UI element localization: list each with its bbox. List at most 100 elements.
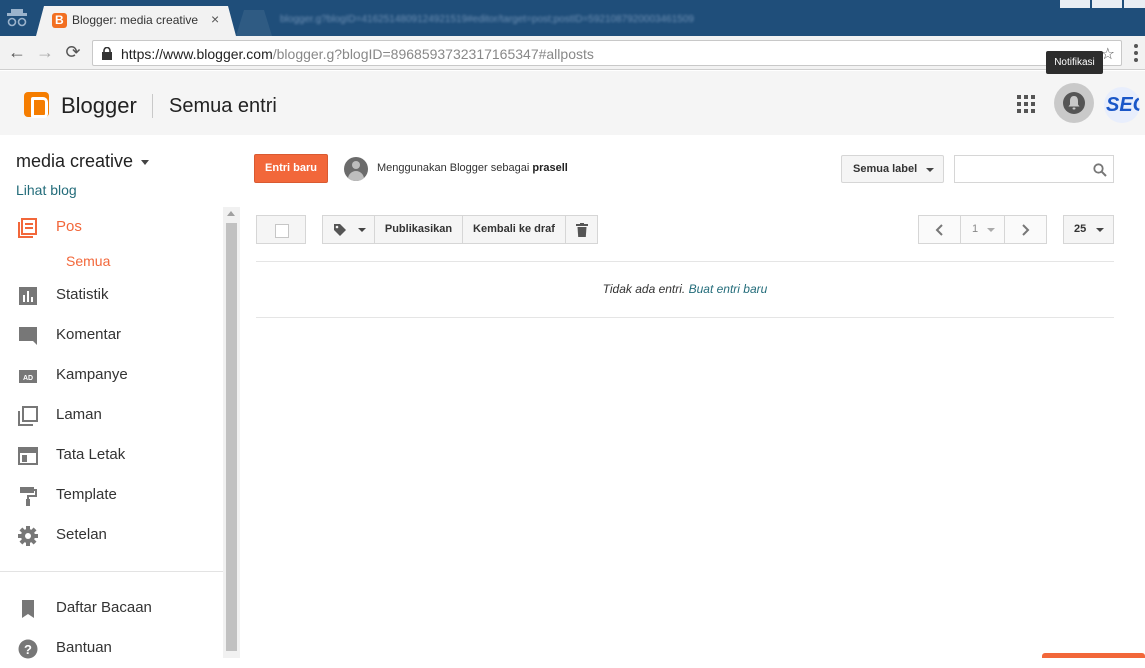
sidebar-item-campaigns[interactable]: AD Kampanye — [0, 355, 223, 395]
page-title: Semua entri — [169, 95, 277, 117]
address-url: https://www.blogger.com/blogger.g?blogID… — [121, 46, 594, 62]
chevron-down-icon — [926, 168, 934, 172]
label-posts-button[interactable] — [322, 215, 375, 244]
bookmark-icon — [22, 600, 34, 618]
header-divider — [152, 94, 153, 118]
blogger-logo-icon[interactable] — [24, 92, 49, 118]
main-content: Entri baru Menggunakan Blogger sebagai p… — [240, 135, 1145, 658]
blogger-favicon-icon — [52, 13, 67, 28]
revert-to-draft-button[interactable]: Kembali ke draf — [462, 215, 566, 244]
list-divider-bottom — [256, 317, 1114, 318]
select-all-checkbox-button[interactable] — [256, 215, 306, 244]
brand-name[interactable]: Blogger — [61, 93, 137, 119]
sidebar: media creative Lihat blog Pos Statistik — [0, 135, 240, 659]
chevron-down-icon — [358, 228, 366, 232]
browser-tab-inactive[interactable] — [236, 10, 272, 36]
empty-state-message: Tidak ada entri. Buat entri baru — [602, 282, 768, 296]
sidebar-item-help[interactable]: ? Bantuan — [0, 628, 223, 668]
sidebar-item-label: Komentar — [56, 326, 122, 343]
sidebar-item-label: Setelan — [56, 526, 107, 543]
next-page-button[interactable] — [1004, 215, 1047, 244]
list-divider-top — [256, 261, 1114, 262]
sidebar-item-template[interactable]: Template — [0, 475, 223, 515]
delete-button[interactable] — [565, 215, 598, 244]
lock-icon — [102, 47, 112, 60]
sidebar-item-comments[interactable]: Komentar — [0, 315, 223, 355]
search-icon[interactable] — [1093, 163, 1107, 177]
window-close-button[interactable] — [1124, 0, 1145, 8]
label-filter-select[interactable]: Semua label — [841, 155, 944, 183]
prev-page-button[interactable] — [918, 215, 961, 244]
sidebar-item-label: Pos — [56, 218, 82, 235]
address-bar[interactable]: https://www.blogger.com/blogger.g?blogID… — [92, 40, 1122, 66]
bell-icon — [1068, 96, 1080, 110]
layout-icon — [18, 447, 38, 465]
tag-icon — [334, 224, 346, 236]
notifications-button[interactable] — [1054, 83, 1094, 123]
sidebar-item-label: Bantuan — [56, 639, 112, 656]
reload-icon[interactable]: ⟳ — [62, 42, 84, 62]
sidebar-item-label: Tata Letak — [56, 446, 126, 463]
view-blog-link[interactable]: Lihat blog — [16, 182, 77, 198]
create-new-post-link[interactable]: Buat entri baru — [689, 282, 768, 296]
sidebar-item-pages[interactable]: Laman — [0, 395, 223, 435]
tab-close-icon[interactable]: × — [211, 11, 219, 27]
scrollbar-thumb[interactable] — [226, 223, 237, 651]
sidebar-item-label: Laman — [56, 406, 102, 423]
sidebar-subitem-all[interactable]: Semua — [66, 253, 110, 269]
svg-text:AD: AD — [23, 375, 33, 382]
ad-icon: AD — [19, 370, 37, 383]
notification-tooltip: Notifikasi — [1046, 51, 1103, 74]
chevron-down-icon — [987, 228, 995, 232]
username: prasell — [532, 162, 568, 174]
trash-icon — [576, 223, 588, 237]
browser-tab-active[interactable]: Blogger: media creative × — [36, 6, 236, 36]
using-as-text: Menggunakan Blogger sebagai prasell — [377, 162, 568, 174]
browser-toolbar: ← → ⟳ https://www.blogger.com/blogger.g?… — [0, 36, 1145, 70]
new-post-button[interactable]: Entri baru — [254, 154, 328, 183]
browser-tab-strip: Blogger: media creative × blogger.g?blog… — [0, 0, 1145, 36]
help-icon: ? — [18, 639, 38, 659]
paint-roller-icon — [20, 487, 37, 506]
sidebar-scrollbar[interactable] — [223, 207, 240, 658]
sidebar-item-stats[interactable]: Statistik — [0, 275, 223, 315]
scroll-up-icon[interactable] — [227, 211, 235, 216]
sidebar-item-label: Daftar Bacaan — [56, 599, 152, 616]
back-arrow-icon[interactable]: ← — [6, 42, 28, 62]
sidebar-item-posts[interactable]: Pos — [0, 207, 223, 247]
comment-icon — [19, 327, 37, 345]
sidebar-item-layout[interactable]: Tata Letak — [0, 435, 223, 475]
chevron-down-icon — [141, 159, 150, 165]
blurred-tab-url: blogger.g?blogID=4162514809124921519#edi… — [280, 14, 694, 25]
window-maximize-button[interactable] — [1092, 0, 1122, 8]
sidebar-item-settings[interactable]: Setelan — [0, 515, 223, 555]
chevron-left-icon — [935, 224, 943, 236]
per-page-select[interactable]: 25 — [1063, 215, 1114, 244]
tab-title: Blogger: media creative — [72, 13, 199, 27]
page-select[interactable]: 1 — [960, 215, 1005, 244]
feedback-tab[interactable] — [1042, 653, 1145, 658]
sidebar-item-label: Statistik — [56, 286, 109, 303]
publish-button[interactable]: Publikasikan — [374, 215, 463, 244]
forward-arrow-icon[interactable]: → — [34, 42, 56, 62]
pages-icon — [18, 406, 38, 426]
select-all-checkbox[interactable] — [275, 224, 289, 238]
chevron-down-icon — [1096, 228, 1104, 232]
browser-menu-icon[interactable] — [1130, 42, 1142, 64]
blogger-header: Blogger Semua entri SEO — [0, 71, 1145, 135]
sidebar-item-reading-list[interactable]: Daftar Bacaan — [0, 588, 223, 628]
search-input[interactable] — [954, 155, 1114, 183]
stats-icon — [19, 287, 37, 305]
apps-grid-icon[interactable] — [1017, 95, 1035, 113]
user-avatar — [344, 157, 368, 181]
incognito-icon — [7, 9, 27, 27]
window-minimize-button[interactable] — [1060, 0, 1090, 8]
gear-icon — [18, 526, 38, 546]
sidebar-item-label: Kampanye — [56, 366, 128, 383]
blog-selector[interactable]: media creative — [16, 150, 150, 172]
sidebar-item-label: Template — [56, 486, 117, 503]
account-avatar[interactable]: SEO — [1104, 87, 1140, 123]
svg-text:?: ? — [24, 642, 32, 657]
posts-icon — [18, 218, 37, 238]
sidebar-divider — [0, 571, 223, 572]
